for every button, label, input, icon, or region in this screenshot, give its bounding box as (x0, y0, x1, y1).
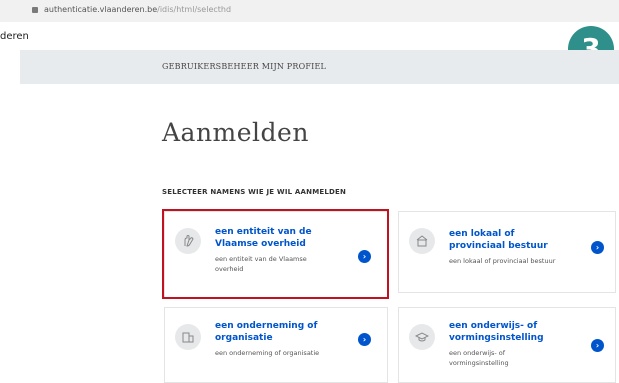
option-title: een onderwijs- of vormingsinstelling (449, 321, 544, 343)
option-title: een onderneming of organisatie (215, 321, 318, 343)
option-title: een lokaal of provinciaal bestuur (449, 229, 548, 251)
option-title: een entiteit van de Vlaamse overheid (215, 227, 312, 249)
option-card-vlaamse-overheid[interactable]: een entiteit van de Vlaamse overheid een… (164, 211, 388, 299)
url-host: authenticatie.vlaanderen.be (44, 5, 158, 14)
option-subtitle: een lokaal of provinciaal bestuur (449, 257, 556, 265)
option-card-onderneming[interactable]: een onderneming of organisatie een onder… (164, 307, 388, 383)
chevron-right-icon[interactable]: › (358, 250, 371, 263)
url-text[interactable]: authenticatie.vlaanderen.be/idis/html/se… (44, 5, 231, 14)
chevron-right-icon[interactable]: › (358, 333, 371, 346)
option-card-onderwijs[interactable]: een onderwijs- of vormingsinstelling een… (398, 307, 616, 383)
page-title: Aanmelden (162, 118, 309, 147)
option-subtitle: een entiteit van de Vlaamse overheid (215, 255, 307, 273)
option-card-lokaal-bestuur[interactable]: een lokaal of provinciaal bestuur een lo… (398, 211, 616, 293)
address-bar[interactable]: authenticatie.vlaanderen.be/idis/html/se… (0, 0, 619, 22)
graduation-cap-icon (409, 324, 435, 350)
hand-icon (175, 228, 201, 254)
lock-icon (32, 7, 38, 13)
top-navigation: GEBRUIKERSBEHEER MIJN PROFIEL (20, 50, 619, 84)
chevron-right-icon[interactable]: › (591, 339, 604, 352)
office-icon (175, 324, 201, 350)
option-subtitle: een onderneming of organisatie (215, 349, 320, 357)
building-icon (409, 228, 435, 254)
nav-gebruikersbeheer-link[interactable]: GEBRUIKERSBEHEER MIJN PROFIEL (162, 62, 326, 71)
section-label: SELECTEER NAMENS WIE JE WIL AANMELDEN (162, 188, 347, 196)
site-brand[interactable]: deren (0, 31, 29, 42)
url-path: /idis/html/selecthd (157, 5, 232, 14)
option-subtitle: een onderwijs- of vormingsinstelling (449, 349, 509, 367)
chevron-right-icon[interactable]: › (591, 241, 604, 254)
